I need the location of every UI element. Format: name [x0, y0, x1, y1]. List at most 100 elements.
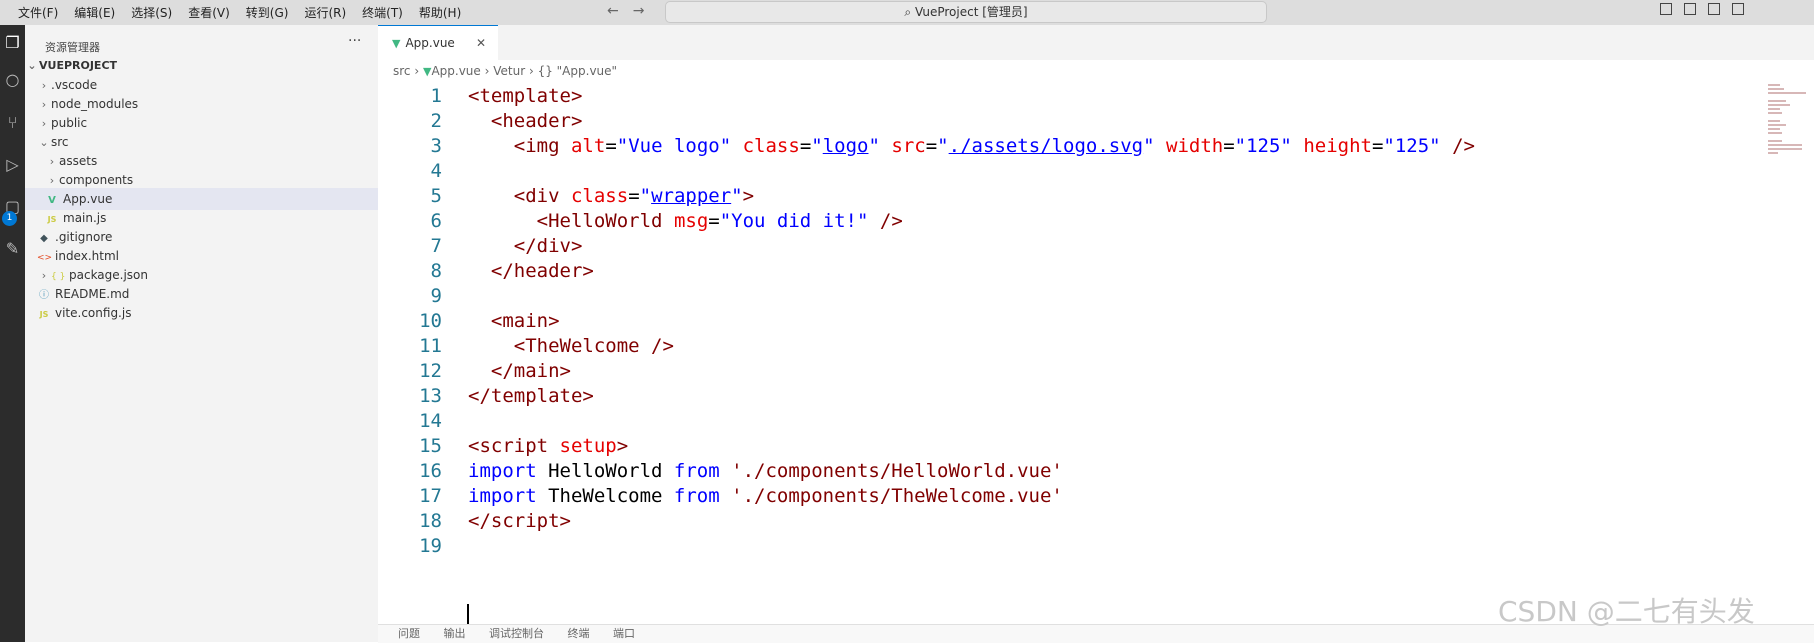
line-number: 13: [419, 385, 442, 407]
editor-tab-bar: ▼ App.vue ✕: [378, 25, 1814, 60]
js-file-icon: JS: [39, 310, 49, 319]
code-text: import TheWelcome from './components/The…: [468, 485, 1063, 507]
line-number: 17: [419, 485, 442, 507]
line-number: 19: [419, 535, 442, 557]
tree-item-label: .vscode: [51, 78, 98, 92]
breadcrumb: src › ▼App.vue › Vetur › {} "App.vue": [393, 64, 618, 78]
code-text: </template>: [468, 385, 594, 407]
menu-go[interactable]: 转到(G): [246, 4, 289, 21]
menu-bar: 文件(F) 编辑(E) 选择(S) 查看(V) 转到(G) 运行(R) 终端(T…: [18, 4, 461, 21]
tree-item-label: App.vue: [63, 192, 113, 206]
tree-item-label: components: [59, 173, 134, 187]
watermark: CSDN @二七有头发: [1498, 595, 1755, 628]
tree-item-label: .gitignore: [55, 230, 113, 244]
breadcrumb-vetur[interactable]: Vetur: [493, 64, 525, 78]
run-debug-icon[interactable]: ▷: [0, 155, 25, 185]
code-text: <script setup>: [468, 435, 629, 457]
menu-help[interactable]: 帮助(H): [419, 4, 461, 21]
code-text: </header>: [490, 260, 594, 282]
sidebar-title: 资源管理器: [45, 41, 100, 54]
toggle-panel-icon[interactable]: [1684, 3, 1696, 15]
code-text: <img alt="Vue logo" class="logo" src="./…: [513, 135, 1475, 157]
code-text: </script>: [468, 510, 571, 532]
breadcrumb-symbol[interactable]: {} "App.vue": [538, 64, 617, 78]
tree-item-label: README.md: [55, 287, 130, 301]
line-number: 1: [430, 85, 442, 107]
search-icon[interactable]: ○: [0, 70, 25, 100]
toggle-secondary-sidebar-icon[interactable]: [1708, 3, 1720, 15]
remote-icon[interactable]: ✎: [0, 239, 25, 269]
command-center[interactable]: ⌕ VueProject [管理员]: [665, 1, 1267, 23]
code-text: import HelloWorld from './components/Hel…: [468, 460, 1063, 482]
line-number: 3: [430, 135, 442, 157]
text-cursor: [467, 604, 469, 624]
menu-edit[interactable]: 编辑(E): [74, 4, 115, 21]
line-number: 6: [430, 210, 442, 232]
code-text: <TheWelcome />: [513, 335, 674, 357]
menu-terminal[interactable]: 终端(T): [362, 4, 403, 21]
more-actions-icon[interactable]: ···: [348, 33, 361, 49]
line-number: 12: [419, 360, 442, 382]
title-bar: 文件(F) 编辑(E) 选择(S) 查看(V) 转到(G) 运行(R) 终端(T…: [0, 0, 1814, 25]
layout-controls: [1660, 3, 1744, 15]
breadcrumb-file[interactable]: App.vue: [431, 64, 480, 78]
code-text: <div class="wrapper">: [513, 185, 755, 207]
tab-label: App.vue: [405, 36, 455, 50]
tree-item-label: assets: [59, 154, 98, 168]
tab-app-vue[interactable]: ▼ App.vue ✕: [378, 25, 498, 60]
line-number: 5: [430, 185, 442, 207]
code-text: <main>: [490, 310, 560, 332]
menu-selection[interactable]: 选择(S): [131, 4, 172, 21]
vue-file-icon: ▼: [392, 37, 401, 50]
menu-file[interactable]: 文件(F): [18, 4, 58, 21]
back-arrow-icon[interactable]: ←: [607, 3, 619, 19]
minimap[interactable]: [1768, 84, 1808, 184]
code-text: </main>: [490, 360, 571, 382]
code-text: <template>: [468, 85, 583, 107]
line-number: 18: [419, 510, 442, 532]
source-control-icon[interactable]: ⑂: [0, 113, 25, 143]
toggle-sidebar-icon[interactable]: [1660, 3, 1672, 15]
forward-arrow-icon[interactable]: →: [633, 3, 645, 19]
line-number: 8: [430, 260, 442, 282]
tree-item-label: main.js: [63, 211, 107, 225]
line-number: 4: [430, 160, 442, 182]
panel-tab-problems[interactable]: 问题: [398, 627, 420, 640]
line-number: 16: [419, 460, 442, 482]
panel-tab-output[interactable]: 输出: [444, 627, 466, 640]
tree-item-label: package.json: [69, 268, 149, 282]
code-text: <header>: [490, 110, 583, 132]
customize-layout-icon[interactable]: [1732, 3, 1744, 15]
code-text: <HelloWorld msg="You did it!" />: [536, 210, 903, 232]
close-icon[interactable]: ✕: [476, 26, 486, 61]
panel-tab-terminal[interactable]: 终端: [568, 627, 590, 640]
panel-tab-debug-console[interactable]: 调试控制台: [489, 627, 544, 640]
explorer-icon[interactable]: ❐: [0, 33, 25, 63]
breadcrumb-src[interactable]: src: [393, 64, 411, 78]
activity-bar: ❐ ○ ⑂ ▷ ▢ 1 ✎: [0, 25, 25, 642]
code-text: </div>: [513, 235, 583, 257]
tree-item-label: vite.config.js: [55, 306, 132, 320]
tree-item-label: src: [51, 135, 69, 149]
tree-item-label: node_modules: [51, 97, 139, 111]
tree-item-label: index.html: [55, 249, 119, 263]
search-icon: ⌕: [904, 5, 915, 19]
line-number: 10: [419, 310, 442, 332]
line-number: 14: [419, 410, 442, 432]
tree-item-label: public: [51, 116, 88, 130]
extensions-badge: 1: [2, 211, 17, 226]
explorer-sidebar: 资源管理器 ··· ⌄ VUEPROJECT › .vscode › node_mod…: [25, 25, 378, 642]
line-number: 9: [430, 285, 442, 307]
tree-item-vite-config[interactable]: JS vite.config.js: [25, 302, 378, 324]
line-number: 11: [419, 335, 442, 357]
code-editor[interactable]: 1 <template> 2 <header> 3 <img alt="Vue l…: [378, 84, 1768, 624]
line-number: 2: [430, 110, 442, 132]
menu-view[interactable]: 查看(V): [188, 4, 230, 21]
panel-tab-ports[interactable]: 端口: [613, 627, 635, 640]
line-number: 7: [430, 235, 442, 257]
line-number: 15: [419, 435, 442, 457]
command-center-label: VueProject [管理员]: [914, 5, 1028, 19]
project-label: VUEPROJECT: [39, 59, 118, 72]
menu-run[interactable]: 运行(R): [304, 4, 346, 21]
nav-arrows: ← →: [607, 3, 644, 19]
